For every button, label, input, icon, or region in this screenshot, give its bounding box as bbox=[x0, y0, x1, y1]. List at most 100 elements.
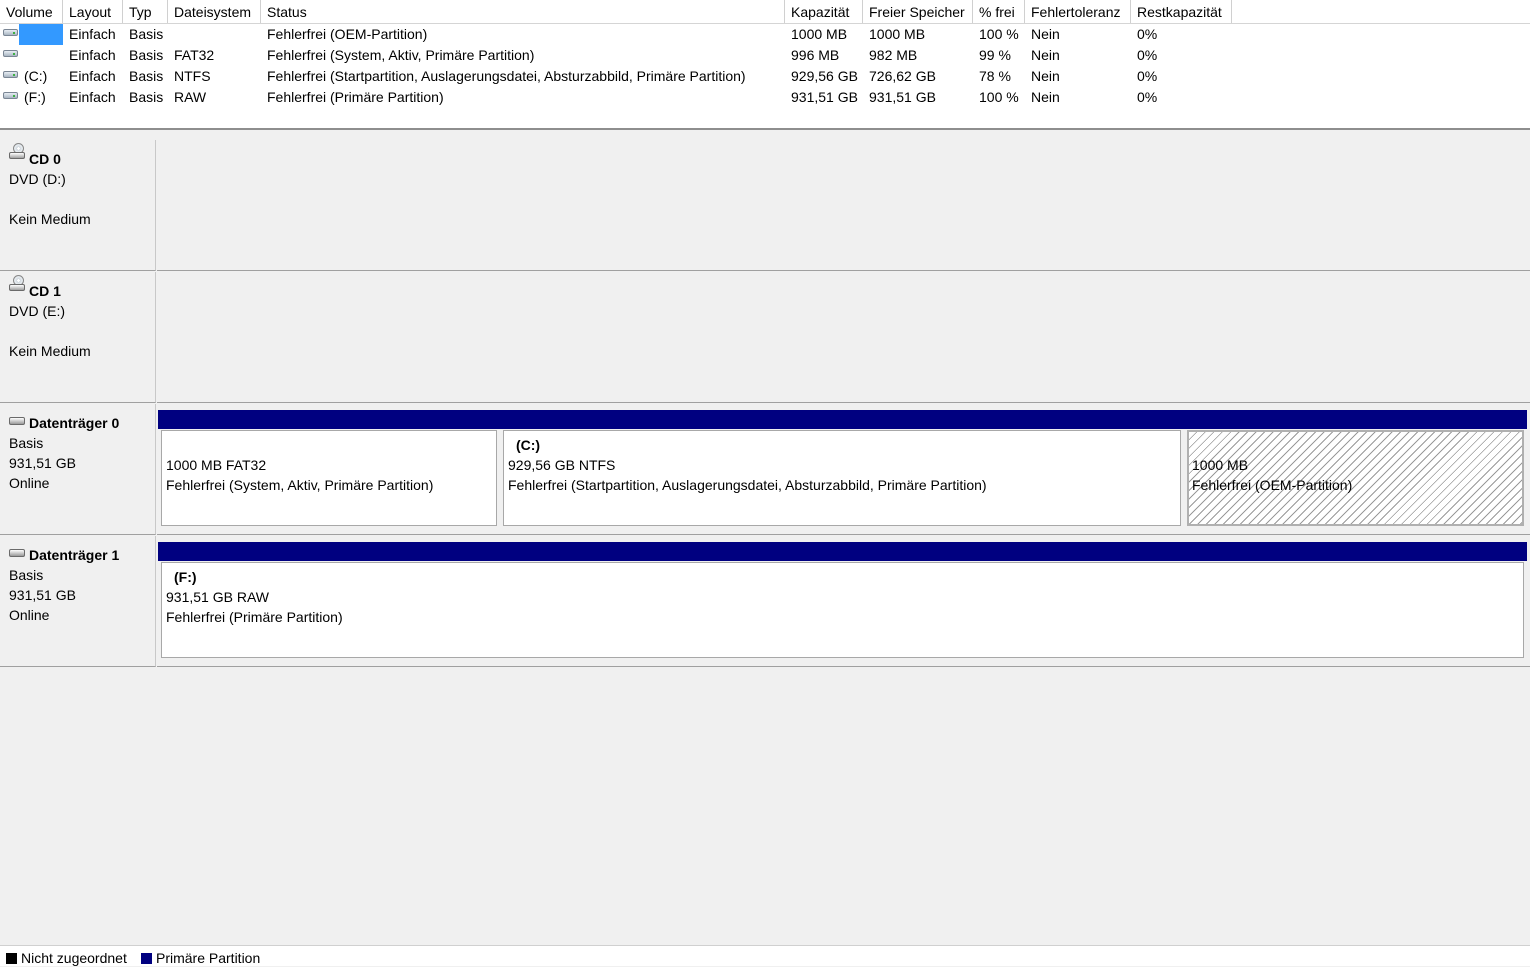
cell-layout: Einfach bbox=[69, 47, 116, 63]
partition-type-bar bbox=[158, 410, 500, 429]
cell-volume bbox=[18, 24, 63, 45]
disk-size: 931,51 GB bbox=[9, 455, 76, 471]
cell-freier-speicher: 982 MB bbox=[869, 47, 918, 63]
cell-kapazitaet: 931,51 GB bbox=[791, 89, 858, 105]
disk-name: CD 0 bbox=[29, 151, 61, 167]
volume-list-header: Volume Layout Typ Dateisystem Status Kap… bbox=[0, 0, 1530, 24]
disk-label-cd1[interactable]: CD 1 DVD (E:) Kein Medium bbox=[0, 272, 156, 403]
cell-prozent-frei: 100 % bbox=[979, 89, 1019, 105]
cell-layout: Einfach bbox=[69, 68, 116, 84]
disk-label-cd0[interactable]: CD 0 DVD (D:) Kein Medium bbox=[0, 140, 156, 271]
partition-c[interactable]: (C:) 929,56 GB NTFS Fehlerfrei (Startpar… bbox=[500, 410, 1184, 530]
cell-status: Fehlerfrei (Primäre Partition) bbox=[267, 89, 444, 105]
disk-name: CD 1 bbox=[29, 283, 61, 299]
cell-typ: Basis bbox=[129, 26, 164, 42]
cell-dateisystem: RAW bbox=[174, 89, 207, 105]
disk-label-1[interactable]: Datenträger 1 Basis 931,51 GB Online bbox=[0, 536, 156, 667]
cell-restkapazitaet: 0% bbox=[1137, 26, 1158, 42]
column-header-kapazitaet[interactable]: Kapazität bbox=[785, 0, 863, 23]
cell-volume: (F:) bbox=[24, 89, 46, 105]
partition-label: (C:) bbox=[516, 437, 541, 453]
cell-typ: Basis bbox=[129, 89, 164, 105]
cell-fehlertoleranz: Nein bbox=[1031, 89, 1060, 105]
cell-dateisystem: FAT32 bbox=[174, 47, 215, 63]
partition-size-fs: 1000 MB FAT32 bbox=[166, 457, 267, 473]
disk-type: Basis bbox=[9, 435, 44, 451]
disk-media-status: Kein Medium bbox=[9, 343, 91, 359]
partition-size: 1000 MB bbox=[1192, 457, 1249, 473]
disk-media-status: Kein Medium bbox=[9, 211, 91, 227]
disk-type: Basis bbox=[9, 567, 44, 583]
disk-name: Datenträger 1 bbox=[29, 547, 120, 563]
cell-fehlertoleranz: Nein bbox=[1031, 68, 1060, 84]
partition-type-bar bbox=[158, 542, 1527, 561]
cell-kapazitaet: 929,56 GB bbox=[791, 68, 858, 84]
disk-area-cd1 bbox=[157, 272, 1530, 403]
cell-typ: Basis bbox=[129, 47, 164, 63]
cell-layout: Einfach bbox=[69, 26, 116, 42]
cell-status: Fehlerfrei (Startpartition, Auslagerungs… bbox=[267, 68, 746, 84]
drive-icon bbox=[3, 50, 18, 57]
volume-row[interactable]: (C:) Einfach Basis NTFS Fehlerfrei (Star… bbox=[0, 66, 1530, 87]
cell-restkapazitaet: 0% bbox=[1137, 47, 1158, 63]
pane-splitter[interactable] bbox=[0, 128, 1530, 134]
legend-item-primary: Primäre Partition bbox=[141, 949, 260, 967]
legend-swatch-primary bbox=[141, 953, 152, 964]
cell-restkapazitaet: 0% bbox=[1137, 89, 1158, 105]
partition-oem[interactable]: 1000 MB Fehlerfrei (OEM-Partition) bbox=[1184, 410, 1527, 530]
column-header-volume[interactable]: Volume bbox=[0, 0, 63, 23]
partition-body: (F:) 931,51 GB RAW Fehlerfrei (Primäre P… bbox=[161, 562, 1524, 658]
volume-row[interactable]: Einfach Basis Fehlerfrei (OEM-Partition)… bbox=[0, 24, 1530, 45]
partition-body: (C:) 929,56 GB NTFS Fehlerfrei (Startpar… bbox=[503, 430, 1181, 526]
partition-body: 1000 MB FAT32 Fehlerfrei (System, Aktiv,… bbox=[161, 430, 497, 526]
disk-1: Datenträger 1 Basis 931,51 GB Online (F:… bbox=[0, 536, 1530, 667]
disk-label-0[interactable]: Datenträger 0 Basis 931,51 GB Online bbox=[0, 404, 156, 535]
drive-icon bbox=[3, 29, 18, 36]
column-header-typ[interactable]: Typ bbox=[123, 0, 168, 23]
volume-row[interactable]: (F:) Einfach Basis RAW Fehlerfrei (Primä… bbox=[0, 87, 1530, 108]
cell-freier-speicher: 1000 MB bbox=[869, 26, 926, 42]
cell-dateisystem: NTFS bbox=[174, 68, 211, 84]
partition-type-bar bbox=[500, 410, 1184, 429]
cell-prozent-frei: 78 % bbox=[979, 68, 1011, 84]
cell-volume bbox=[18, 45, 63, 66]
cell-kapazitaet: 1000 MB bbox=[791, 26, 848, 42]
column-header-restkapazitaet[interactable]: Restkapazität bbox=[1131, 0, 1232, 23]
cell-fehlertoleranz: Nein bbox=[1031, 26, 1060, 42]
column-header-status[interactable]: Status bbox=[261, 0, 785, 23]
partition-status: Fehlerfrei (Primäre Partition) bbox=[166, 609, 343, 625]
drive-icon bbox=[3, 71, 18, 78]
disk-name: Datenträger 0 bbox=[29, 415, 120, 431]
column-header-fehlertoleranz[interactable]: Fehlertoleranz bbox=[1025, 0, 1131, 23]
partition-size-fs: 931,51 GB RAW bbox=[166, 589, 269, 605]
cell-status: Fehlerfrei (System, Aktiv, Primäre Parti… bbox=[267, 47, 535, 63]
column-header-prozent-frei[interactable]: % frei bbox=[973, 0, 1025, 23]
legend-swatch-unallocated bbox=[6, 953, 17, 964]
cell-freier-speicher: 931,51 GB bbox=[869, 89, 936, 105]
column-header-dateisystem[interactable]: Dateisystem bbox=[168, 0, 261, 23]
partition-type-bar bbox=[1184, 410, 1527, 429]
partition-f[interactable]: (F:) 931,51 GB RAW Fehlerfrei (Primäre P… bbox=[158, 542, 1527, 662]
disk-cd1: CD 1 DVD (E:) Kein Medium bbox=[0, 272, 1530, 403]
cell-prozent-frei: 100 % bbox=[979, 26, 1019, 42]
partition-system[interactable]: 1000 MB FAT32 Fehlerfrei (System, Aktiv,… bbox=[158, 410, 500, 530]
disk-area-0: 1000 MB FAT32 Fehlerfrei (System, Aktiv,… bbox=[157, 404, 1530, 535]
cd-drive-icon bbox=[9, 275, 26, 292]
disk-state: Online bbox=[9, 607, 50, 623]
volume-row[interactable]: Einfach Basis FAT32 Fehlerfrei (System, … bbox=[0, 45, 1530, 66]
disk-drive: DVD (D:) bbox=[9, 171, 66, 187]
cell-layout: Einfach bbox=[69, 89, 116, 105]
cell-status: Fehlerfrei (OEM-Partition) bbox=[267, 26, 428, 42]
cell-prozent-frei: 99 % bbox=[979, 47, 1011, 63]
disk-drive: DVD (E:) bbox=[9, 303, 65, 319]
volume-list: Volume Layout Typ Dateisystem Status Kap… bbox=[0, 0, 1530, 128]
partition-status: Fehlerfrei (Startpartition, Auslagerungs… bbox=[508, 477, 987, 493]
disk-size: 931,51 GB bbox=[9, 587, 76, 603]
disk-cd0: CD 0 DVD (D:) Kein Medium bbox=[0, 140, 1530, 271]
cell-dateisystem bbox=[168, 24, 261, 45]
partition-size-fs: 929,56 GB NTFS bbox=[508, 457, 616, 473]
column-header-freier-speicher[interactable]: Freier Speicher bbox=[863, 0, 973, 23]
column-header-layout[interactable]: Layout bbox=[63, 0, 123, 23]
cell-typ: Basis bbox=[129, 68, 164, 84]
cd-drive-icon bbox=[9, 143, 26, 160]
